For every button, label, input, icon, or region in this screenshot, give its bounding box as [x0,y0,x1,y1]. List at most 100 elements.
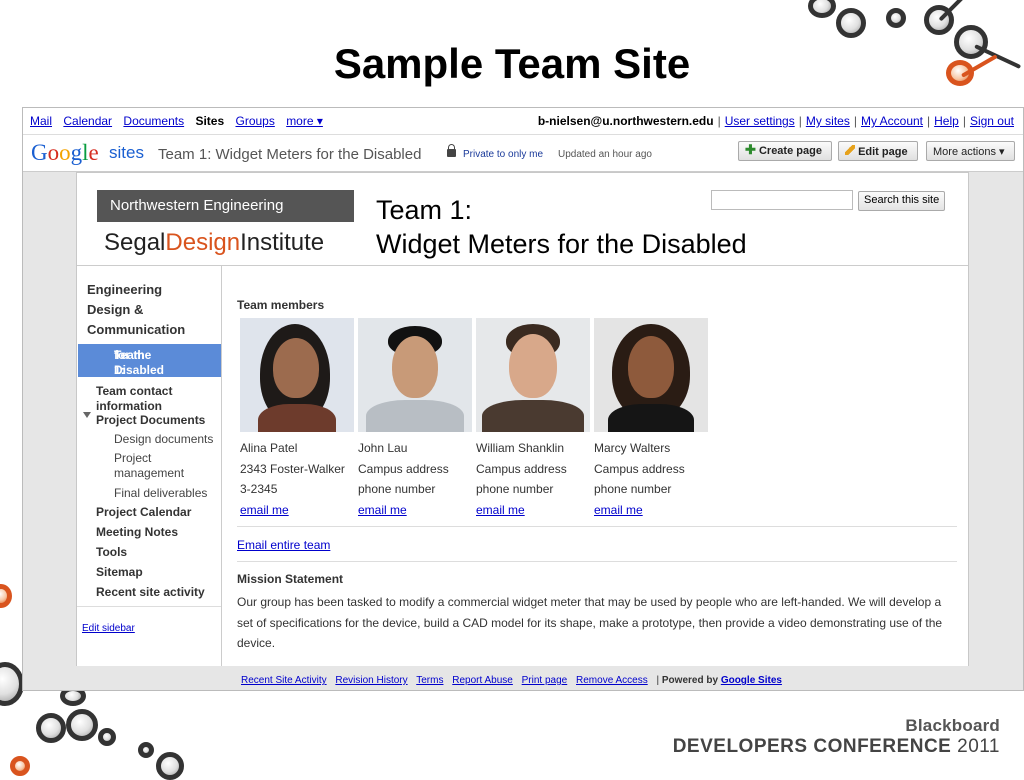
help-link[interactable]: Help [934,114,959,128]
nav-more-dropdown[interactable]: more ▾ [286,114,323,128]
member-photo [476,318,590,432]
brand-name: Blackboard [905,716,1000,735]
sidebar-item-project-documents[interactable]: Project Documents [96,413,205,428]
footer-terms-link[interactable]: Terms [416,675,443,686]
sidebar-heading[interactable]: Engineering Design & Communication [87,280,185,340]
logo-text: Segal [104,229,166,256]
sidebar-item-label: for the Disabled [114,348,165,377]
expand-triangle-icon[interactable] [83,412,91,418]
sidebar-item-team1-selected[interactable]: Team 1: Widget Meters for the Disabled [78,344,221,407]
ring-icon [66,709,98,741]
site-title-line2: Widget Meters for the Disabled [376,229,747,259]
logo-letter: o [47,140,60,165]
sidebar-item-sitemap[interactable]: Sitemap [96,565,143,580]
user-email: b-nielsen@u.northwestern.edu [537,114,714,128]
footer-remove-access-link[interactable]: Remove Access [576,675,648,686]
member-email-link[interactable]: email me [476,503,525,517]
member-phone: phone number [358,482,436,496]
create-page-label: Create page [758,145,822,157]
photo-face [509,334,557,398]
member-photo [594,318,708,432]
site-name: Team 1: Widget Meters for the Disabled [158,146,422,163]
sidebar-item-recent-activity[interactable]: Recent site activity [96,585,205,600]
sidebar-item-final-deliverables[interactable]: Final deliverables [114,486,207,501]
plus-icon: ✚ [745,142,756,157]
sidebar-heading-line: Communication [87,322,186,337]
sidebar-heading-line: Design & [87,302,144,317]
nav-sites-current: Sites [195,114,225,128]
nav-mail[interactable]: Mail [30,114,52,128]
sidebar-item-project-calendar[interactable]: Project Calendar [96,505,191,520]
member-email-link[interactable]: email me [358,503,407,517]
powered-by: Powered by Google Sites [662,675,788,686]
member-name: Alina Patel [240,441,298,455]
google-sites-link[interactable]: Google Sites [721,675,782,686]
conference-name: DEVELOPERS CONFERENCE 2011 [673,736,1000,758]
nav-groups[interactable]: Groups [235,114,274,128]
updated-status: Updated an hour ago [558,149,652,160]
footer-separator: | [656,675,660,686]
sidebar-item-project-management[interactable]: Project management [114,451,184,481]
footer-print-page-link[interactable]: Print page [522,675,568,686]
sidebar-item-team-contact[interactable]: Team contact information [96,384,172,414]
sidebar-heading-line: Engineering [87,282,163,297]
ring-icon [156,752,184,780]
photo-face [392,336,438,398]
site-title: Team 1: Widget Meters for the Disabled [376,193,747,261]
member-email-link[interactable]: email me [594,503,643,517]
blackboard-logo: Blackboard DEVELOPERS CONFERENCE 2011 [673,716,1000,758]
site-title-line1: Team 1: [376,195,473,225]
user-settings-link[interactable]: User settings [725,114,795,128]
northwestern-engineering-logo[interactable]: Northwestern Engineering [97,190,354,222]
photo-face [273,338,319,398]
email-entire-team-link[interactable]: Email entire team [237,538,330,552]
edit-page-button[interactable]: Edit page [838,141,918,161]
member-phone: phone number [594,482,672,496]
my-sites-link[interactable]: My sites [806,114,850,128]
search-input[interactable] [711,190,853,210]
sites-product-label[interactable]: sites [109,143,144,163]
photo-face [628,336,674,398]
more-actions-button[interactable]: More actions ▾ [926,141,1015,161]
member-card: Marcy Walters Campus address phone numbe… [594,438,685,520]
create-page-button[interactable]: ✚ Create page [738,141,832,161]
my-account-link[interactable]: My Account [861,114,923,128]
sign-out-link[interactable]: Sign out [970,114,1014,128]
sidebar-item-label: Project [114,451,152,465]
privacy-link[interactable]: Private to only me [463,149,543,160]
sidebar-item-meeting-notes[interactable]: Meeting Notes [96,525,178,540]
google-logo[interactable]: Google [31,140,99,166]
edit-sidebar-link[interactable]: Edit sidebar [82,623,135,634]
ring-icon [836,8,866,38]
member-address: Campus address [476,461,567,476]
search-site-button[interactable]: Search this site [858,191,946,211]
orange-ring-icon [10,756,30,776]
sidebar-item-design-documents[interactable]: Design documents [114,432,213,447]
footer-report-abuse-link[interactable]: Report Abuse [452,675,513,686]
mission-heading: Mission Statement [237,572,344,586]
member-name: John Lau [358,441,408,455]
ring-icon [886,8,906,28]
team-members-heading: Team members [237,298,325,312]
site-page: Northwestern Engineering SegalDesignInst… [76,172,969,666]
nav-documents[interactable]: Documents [123,114,184,128]
logo-letter: g [70,140,83,165]
logo-letter: e [88,140,99,165]
member-photo [358,318,472,432]
sidebar-item-tools[interactable]: Tools [96,545,127,560]
logo-letter: o [59,140,71,165]
segal-institute-logo[interactable]: SegalDesignInstitute [104,229,324,257]
footer-revision-history-link[interactable]: Revision History [335,675,407,686]
sidebar-item-label: information [96,399,162,413]
member-photo [240,318,354,432]
photo-clothes [482,400,584,432]
photo-clothes [608,404,694,432]
footer-recent-activity-link[interactable]: Recent Site Activity [241,675,327,686]
member-email-link[interactable]: email me [240,503,289,517]
logo-text-accent: Design [165,229,241,256]
nav-calendar[interactable]: Calendar [63,114,112,128]
edit-page-label: Edit page [858,146,908,158]
member-card: William Shanklin Campus address phone nu… [476,438,567,520]
ring-icon [36,713,66,743]
ring-icon [138,742,154,758]
